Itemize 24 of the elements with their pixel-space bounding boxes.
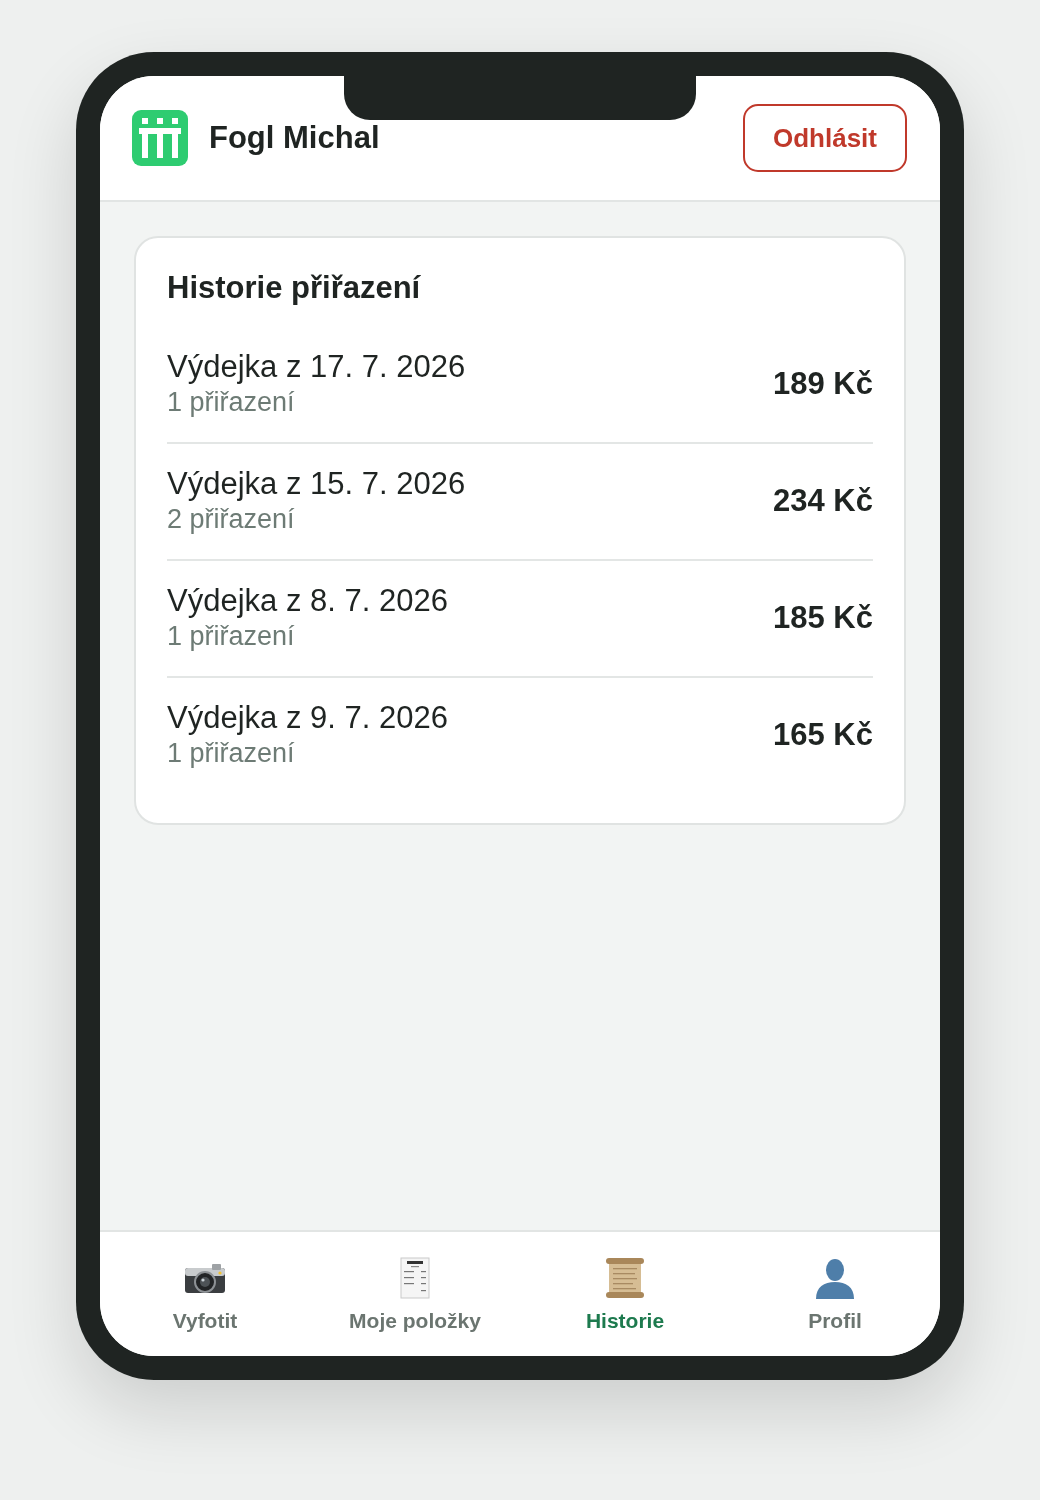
logout-button[interactable]: Odhlásit [743, 104, 907, 172]
tab-item[interactable]: Vyfotit [164, 1256, 246, 1334]
receipt-amount: 234 Kč [773, 483, 873, 519]
receipt-icon [399, 1257, 431, 1299]
receipt-title: Výdejka z 17. 7. 2026 [167, 349, 466, 385]
receipt-amount: 189 Kč [773, 366, 873, 402]
tab-item[interactable]: Profil [800, 1256, 870, 1334]
assignment-count: 1 přiřazení [167, 620, 296, 653]
assignment-count: 2 přiřazení [167, 503, 296, 536]
scroll-icon [604, 1257, 646, 1299]
logo-icon [132, 110, 188, 166]
tab-item[interactable]: Moje položky [341, 1256, 489, 1334]
receipt-title: Výdejka z 15. 7. 2026 [167, 466, 466, 502]
person-icon [814, 1257, 856, 1299]
receipt-title: Výdejka z 9. 7. 2026 [167, 700, 448, 736]
receipt-amount: 185 Kč [773, 600, 873, 636]
tab-item[interactable]: Historie [577, 1256, 673, 1334]
card-title: Historie přiřazení [167, 269, 422, 307]
camera-icon [183, 1262, 227, 1294]
assignment-count: 1 přiřazení [167, 386, 296, 419]
assignment-count: 1 přiřazení [167, 737, 296, 770]
user-name: Fogl Michal [209, 120, 381, 156]
receipt-title: Výdejka z 8. 7. 2026 [167, 583, 448, 619]
receipt-amount: 165 Kč [773, 717, 873, 753]
